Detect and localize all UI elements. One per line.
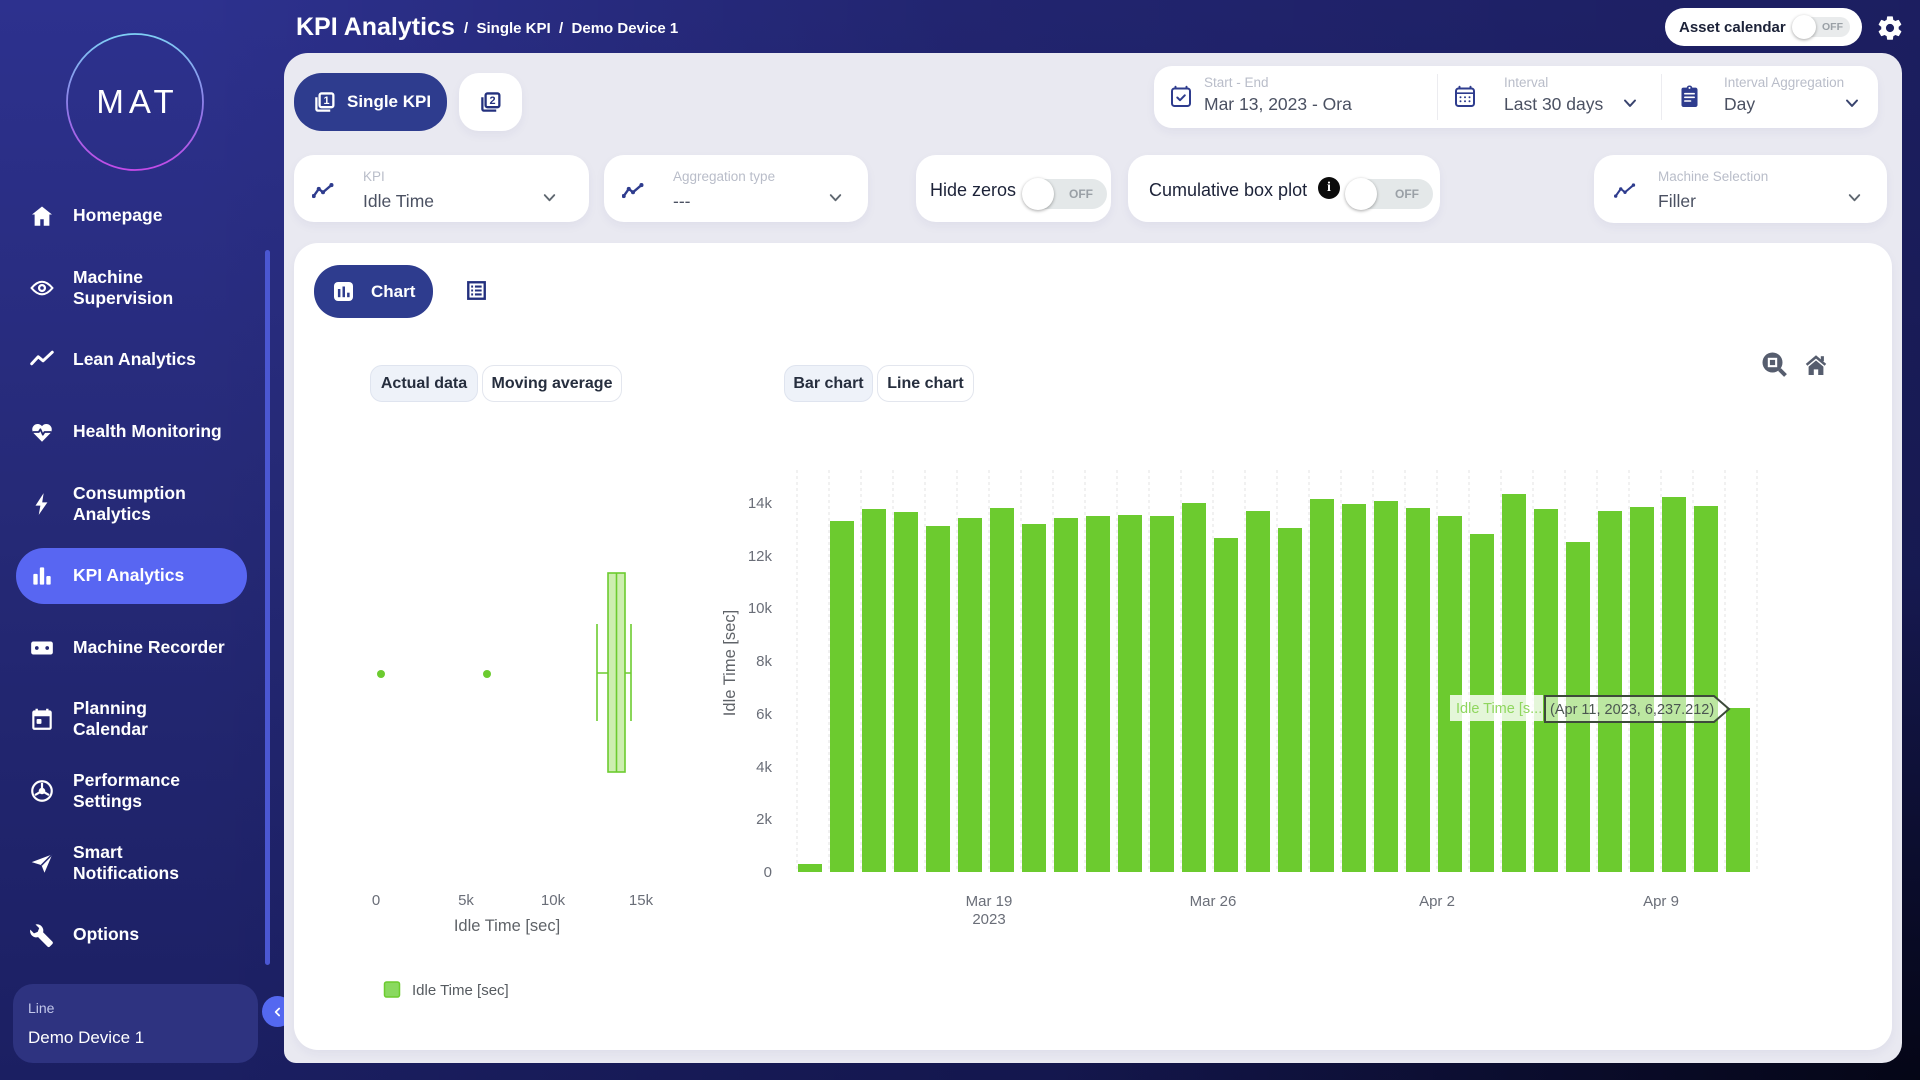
svg-text:4k: 4k — [756, 759, 772, 776]
svg-text:Mar 26: Mar 26 — [1190, 893, 1237, 910]
svg-text:Apr 2: Apr 2 — [1419, 893, 1455, 910]
svg-text:10k: 10k — [541, 892, 566, 909]
svg-text:0: 0 — [764, 864, 772, 881]
svg-text:Mar 19: Mar 19 — [966, 893, 1013, 910]
svg-text:Idle Time [sec]: Idle Time [sec] — [721, 610, 739, 716]
svg-text:8k: 8k — [756, 653, 772, 670]
svg-text:1: 1 — [323, 95, 329, 107]
svg-text:2: 2 — [489, 95, 495, 107]
svg-text:(Apr 11, 2023, 6,237.212): (Apr 11, 2023, 6,237.212) — [1550, 702, 1714, 718]
svg-text:12k: 12k — [748, 548, 773, 565]
svg-text:5k: 5k — [458, 892, 474, 909]
svg-text:0: 0 — [372, 892, 380, 909]
svg-text:10k: 10k — [748, 600, 773, 617]
svg-text:14k: 14k — [748, 495, 773, 512]
svg-text:Idle Time [s...: Idle Time [s... — [1456, 701, 1542, 717]
svg-text:6k: 6k — [756, 706, 772, 723]
svg-text:2023: 2023 — [972, 911, 1005, 928]
svg-text:15k: 15k — [629, 892, 654, 909]
svg-text:Idle Time [sec]: Idle Time [sec] — [454, 917, 560, 935]
svg-text:Idle Time [sec]: Idle Time [sec] — [412, 982, 509, 999]
svg-text:Apr 9: Apr 9 — [1643, 893, 1679, 910]
svg-text:2k: 2k — [756, 811, 772, 828]
